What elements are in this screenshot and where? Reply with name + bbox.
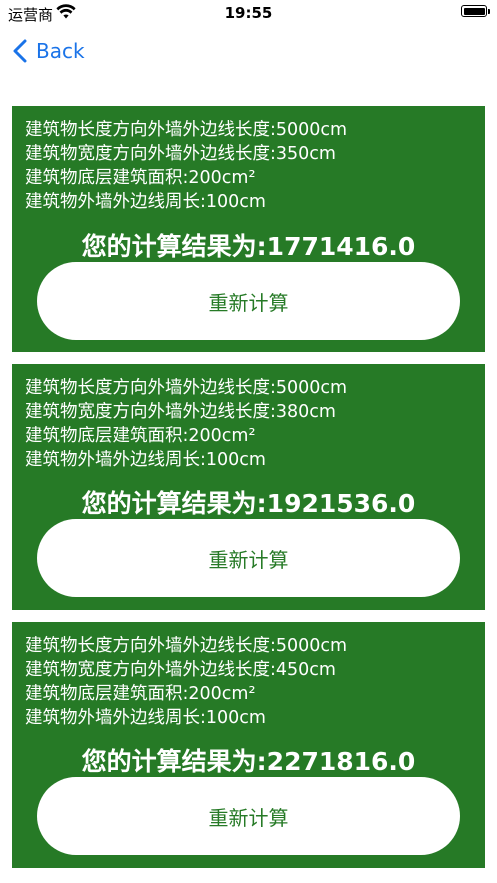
length-line: 建筑物长度方向外墙外边线长度:5000cm	[25, 378, 348, 398]
recalculate-label: 重新计算	[208, 805, 289, 830]
area-line: 建筑物底层建筑面积:200cm²	[25, 684, 256, 704]
battery-cap	[488, 9, 490, 14]
area-line: 建筑物底层建筑面积:200cm²	[25, 426, 256, 446]
battery-icon	[461, 5, 487, 17]
result-text: 您的计算结果为:1771416.0	[81, 232, 416, 261]
length-line: 建筑物长度方向外墙外边线长度:5000cm	[25, 120, 348, 140]
perimeter-line: 建筑物外墙外边线周长:100cm	[25, 192, 266, 212]
status-time: 19:55	[224, 4, 273, 22]
chevron-left-icon	[13, 39, 27, 63]
perimeter-line: 建筑物外墙外边线周长:100cm	[25, 450, 266, 470]
perimeter-line: 建筑物外墙外边线周长:100cm	[25, 708, 266, 728]
recalculate-button[interactable]: 重新计算	[37, 262, 460, 340]
input-summary: 建筑物长度方向外墙外边线长度:5000cm 建筑物宽度方向外墙外边线长度:380…	[25, 376, 347, 472]
result-card: 建筑物长度方向外墙外边线长度:5000cm 建筑物宽度方向外墙外边线长度:380…	[12, 364, 485, 610]
status-bar: 运营商 19:55	[0, 0, 497, 28]
width-line: 建筑物宽度方向外墙外边线长度:380cm	[25, 402, 336, 422]
input-summary: 建筑物长度方向外墙外边线长度:5000cm 建筑物宽度方向外墙外边线长度:350…	[25, 118, 347, 214]
length-line: 建筑物长度方向外墙外边线长度:5000cm	[25, 636, 348, 656]
recalculate-label: 重新计算	[208, 290, 289, 315]
result-text: 您的计算结果为:1921536.0	[81, 489, 416, 518]
result-text: 您的计算结果为:2271816.0	[81, 747, 416, 776]
area-line: 建筑物底层建筑面积:200cm²	[25, 168, 256, 188]
back-label: Back	[36, 39, 85, 63]
result-card: 建筑物长度方向外墙外边线长度:5000cm 建筑物宽度方向外墙外边线长度:450…	[12, 622, 485, 868]
recalculate-button[interactable]: 重新计算	[37, 777, 460, 855]
width-line: 建筑物宽度方向外墙外边线长度:450cm	[25, 660, 336, 680]
width-line: 建筑物宽度方向外墙外边线长度:350cm	[25, 144, 336, 164]
result-card: 建筑物长度方向外墙外边线长度:5000cm 建筑物宽度方向外墙外边线长度:350…	[12, 106, 485, 352]
back-button[interactable]: Back	[12, 36, 85, 66]
recalculate-button[interactable]: 重新计算	[37, 519, 460, 597]
input-summary: 建筑物长度方向外墙外边线长度:5000cm 建筑物宽度方向外墙外边线长度:450…	[25, 634, 347, 730]
recalculate-label: 重新计算	[208, 547, 289, 572]
battery-level	[463, 7, 485, 15]
